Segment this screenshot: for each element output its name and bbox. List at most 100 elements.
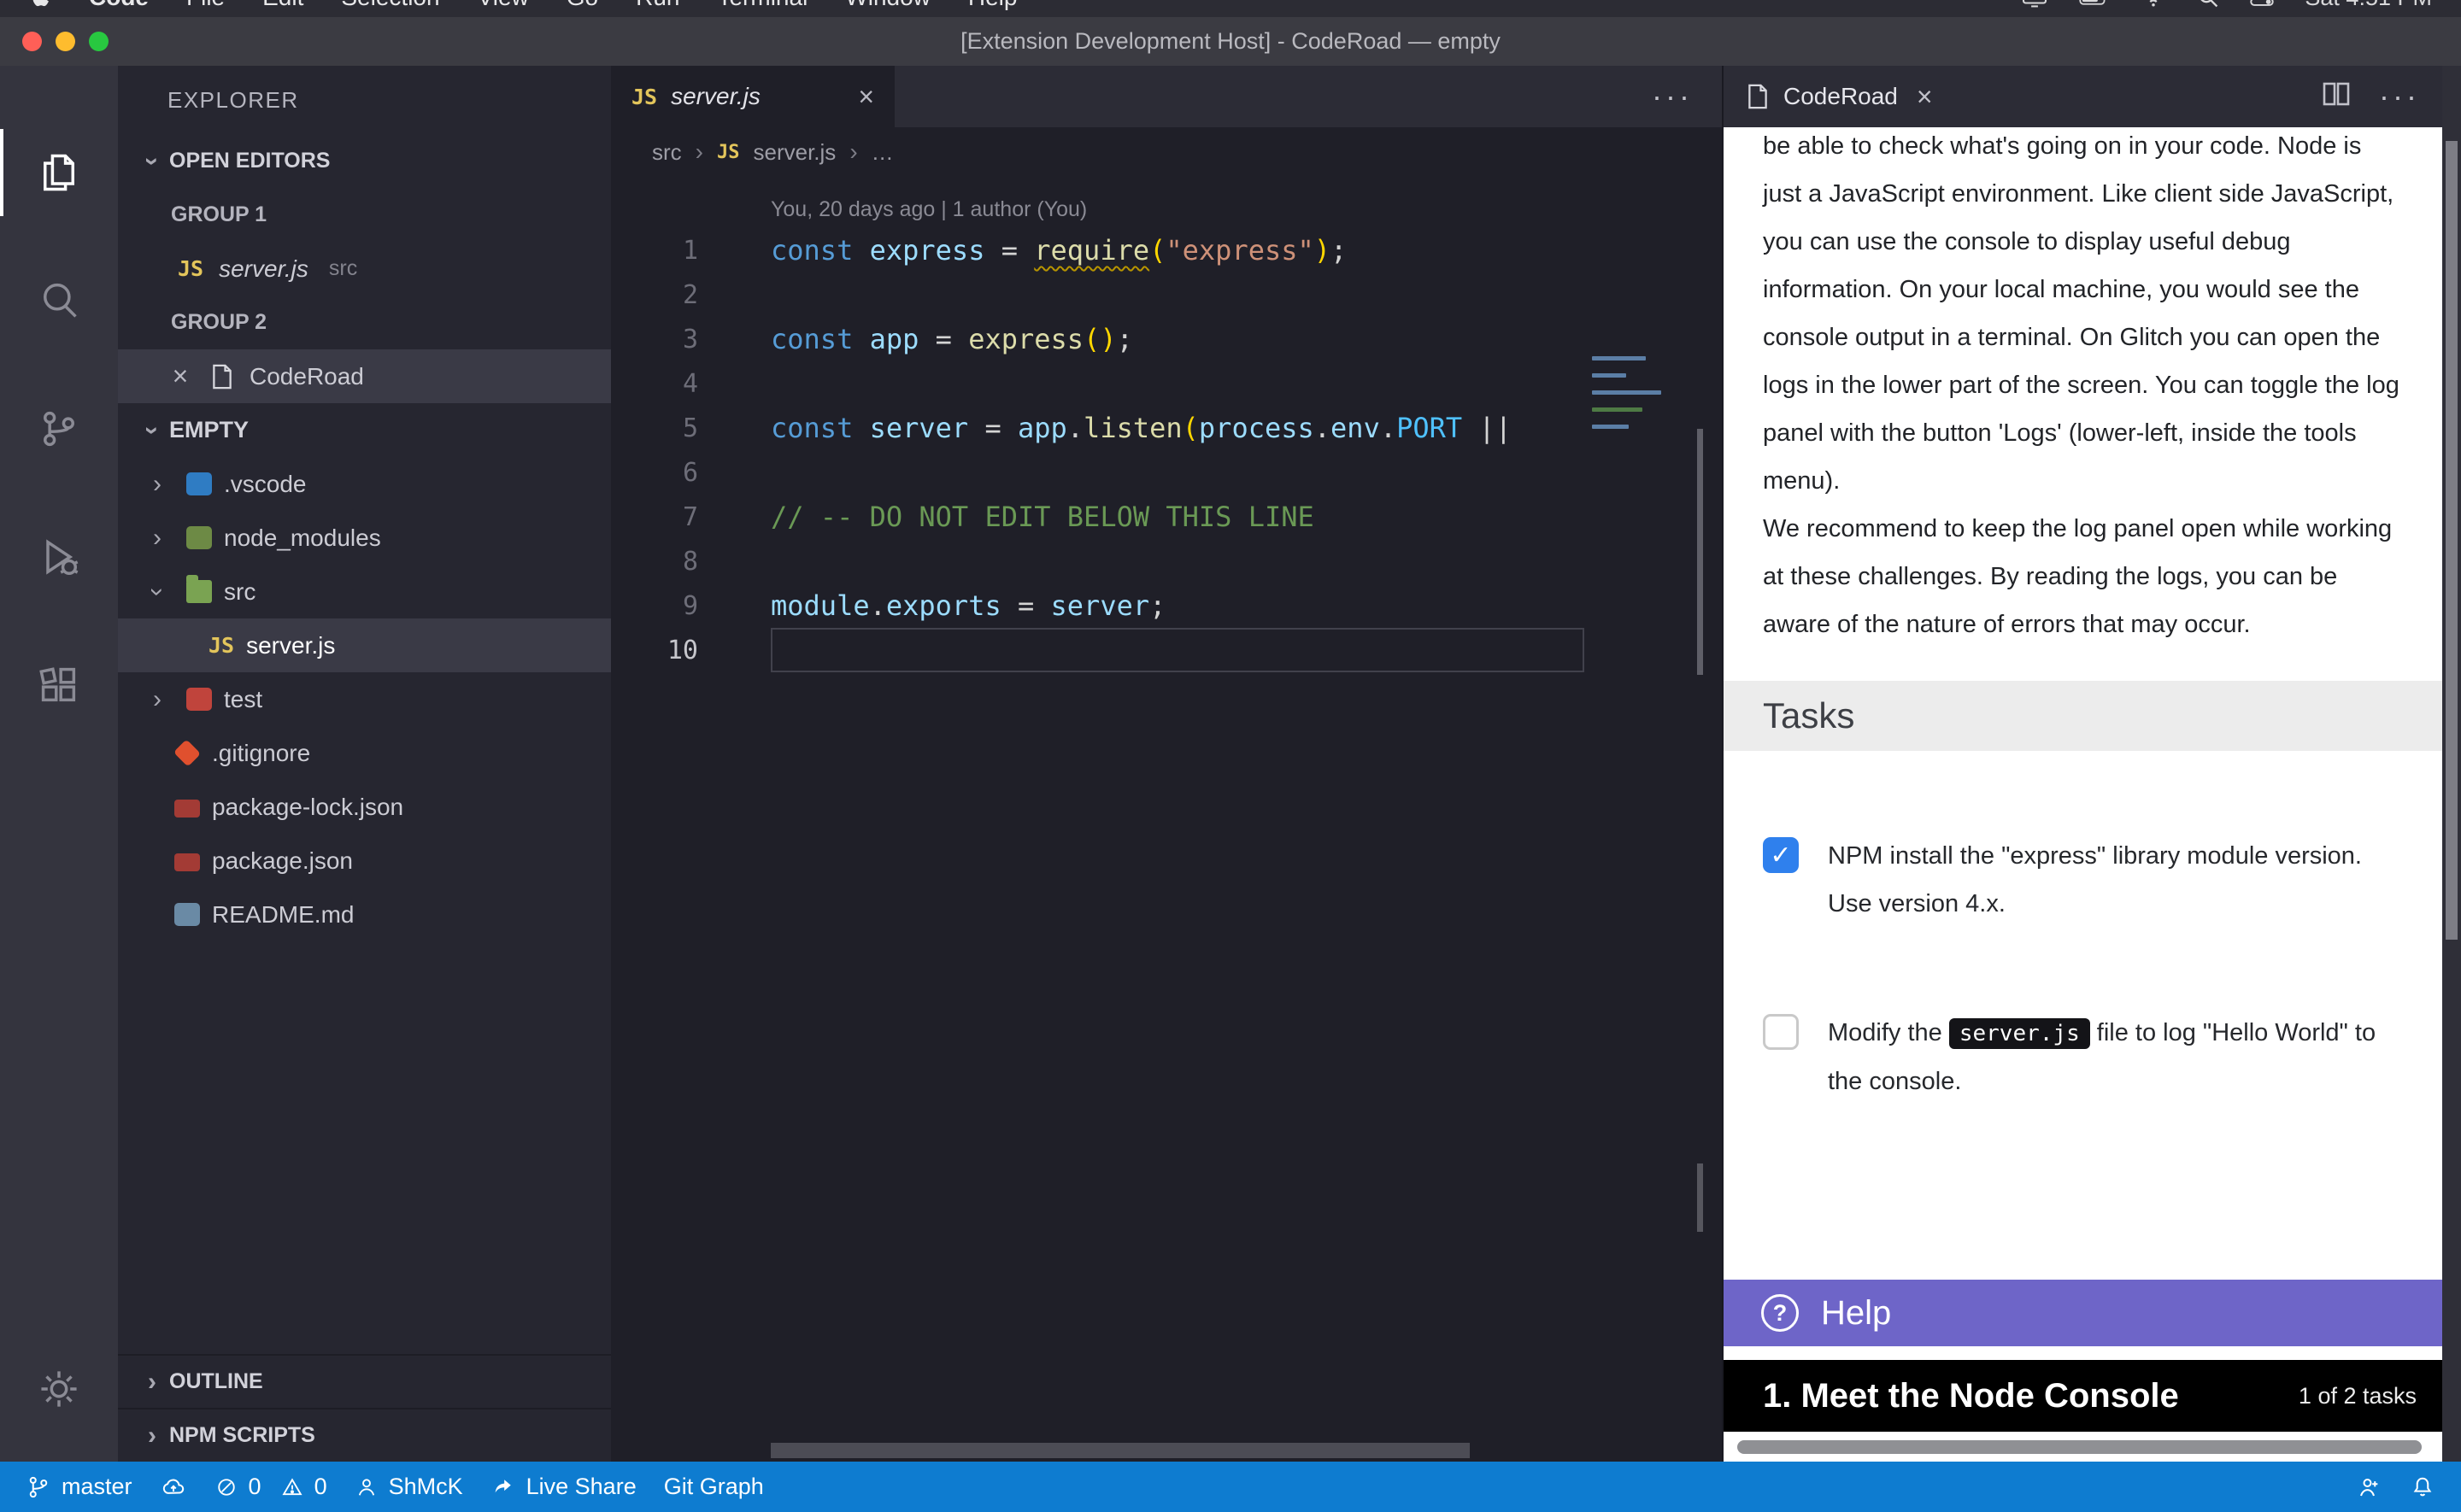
menubar-item-run[interactable]: Run: [636, 0, 679, 11]
tree-item-vscode[interactable]: › .vscode: [118, 457, 611, 511]
help-button[interactable]: ? Help: [1724, 1280, 2442, 1346]
panel-more-actions-icon[interactable]: ···: [2379, 79, 2420, 114]
menubar-item-terminal[interactable]: Terminal: [717, 0, 808, 11]
editor-group-1-header[interactable]: GROUP 1: [118, 188, 611, 242]
tree-item-gitignore[interactable]: .gitignore: [118, 726, 611, 780]
vscode-folder-icon: [186, 472, 212, 495]
editor-more-actions-icon[interactable]: ···: [1652, 66, 1722, 127]
search-activity-icon[interactable]: [0, 237, 118, 365]
editor-vertical-scrollbar[interactable]: [1697, 429, 1703, 675]
editor-horizontal-scrollbar[interactable]: [771, 1443, 1470, 1458]
tree-item-src[interactable]: › src: [118, 565, 611, 618]
run-debug-activity-icon[interactable]: [0, 493, 118, 621]
line-number: 4: [611, 369, 698, 399]
extensions-activity-icon[interactable]: [0, 621, 118, 749]
close-window-button[interactable]: [22, 32, 42, 51]
code-line-3[interactable]: 3const app = express();: [611, 317, 1722, 361]
cloud-upload-icon: [160, 1474, 187, 1500]
apple-menu-icon[interactable]: [29, 0, 51, 10]
codelens-annotation[interactable]: You, 20 days ago | 1 author (You): [611, 190, 1722, 228]
task-checkbox-unchecked[interactable]: [1763, 1014, 1799, 1050]
notifications-bell-icon[interactable]: [2396, 1462, 2449, 1512]
open-editors-section-header[interactable]: › OPEN EDITORS: [118, 134, 611, 188]
js-file-icon: JS: [209, 633, 234, 658]
zoom-window-button[interactable]: [89, 32, 109, 51]
tree-item-serverjs[interactable]: JS server.js: [118, 618, 611, 672]
status-bar: master 0 0 ShMcK Live Share Git Graph: [0, 1462, 2461, 1512]
task-checkbox-checked[interactable]: ✓: [1763, 837, 1799, 873]
breadcrumb-folder[interactable]: src: [652, 139, 682, 166]
settings-gear-icon[interactable]: [0, 1325, 118, 1453]
display-icon[interactable]: [2021, 0, 2048, 9]
code-line-2[interactable]: 2: [611, 273, 1722, 317]
open-editor-label: CodeRoad: [250, 363, 364, 390]
tree-item-node-modules[interactable]: › node_modules: [118, 511, 611, 565]
account-item[interactable]: ShMcK: [341, 1462, 477, 1512]
git-branch-item[interactable]: master: [12, 1462, 146, 1512]
open-editor-serverjs[interactable]: JS server.js src: [118, 242, 611, 296]
menubar-item-code[interactable]: Code: [89, 0, 149, 11]
breadcrumb-file[interactable]: server.js: [754, 139, 837, 166]
live-share-item[interactable]: Live Share: [477, 1462, 650, 1512]
editor-tab-bar: JS server.js × ···: [611, 66, 1722, 127]
code-line-9[interactable]: 9module.exports = server;: [611, 583, 1722, 628]
menubar-item-file[interactable]: File: [186, 0, 225, 11]
menubar-item-edit[interactable]: Edit: [262, 0, 303, 11]
close-tab-icon[interactable]: ×: [858, 81, 874, 113]
git-graph-item[interactable]: Git Graph: [650, 1462, 778, 1512]
editor-group-2-header[interactable]: GROUP 2: [118, 296, 611, 349]
lesson-progress-bar[interactable]: 1. Meet the Node Console 1 of 2 tasks: [1724, 1360, 2442, 1432]
menubar-clock[interactable]: Sat 4:51 PM: [2305, 0, 2432, 11]
breadcrumb-more[interactable]: …: [872, 139, 894, 166]
publish-changes-item[interactable]: [146, 1462, 201, 1512]
battery-icon[interactable]: [2079, 0, 2110, 6]
close-panel-icon[interactable]: ×: [1917, 81, 1933, 113]
breadcrumb[interactable]: src › JS server.js › …: [611, 127, 1722, 177]
source-control-activity-icon[interactable]: [0, 365, 118, 493]
menubar-item-help[interactable]: Help: [968, 0, 1018, 11]
open-editor-coderoad[interactable]: × CodeRoad: [118, 349, 611, 403]
chevron-right-icon: ›: [140, 524, 174, 553]
warning-icon: [280, 1475, 304, 1499]
tree-item-readme[interactable]: README.md: [118, 888, 611, 941]
wifi-icon[interactable]: [2141, 0, 2166, 8]
menubar-item-view[interactable]: View: [478, 0, 529, 11]
search-icon[interactable]: [2197, 0, 2219, 9]
panel-scrollbar-thumb[interactable]: [2446, 141, 2458, 940]
open-editors-label: OPEN EDITORS: [169, 149, 330, 173]
code-line-7[interactable]: 7// -- DO NOT EDIT BELOW THIS LINE: [611, 495, 1722, 539]
code-line-4[interactable]: 4: [611, 361, 1722, 406]
live-share-contacts-icon[interactable]: [2343, 1462, 2396, 1512]
error-count: 0: [249, 1474, 261, 1500]
code-line-8[interactable]: 8: [611, 539, 1722, 583]
line-number: 1: [611, 236, 698, 266]
workspace-section-header[interactable]: › EMPTY: [118, 403, 611, 457]
code-line-1[interactable]: 1const express = require("express");: [611, 228, 1722, 273]
control-center-icon[interactable]: [2250, 0, 2274, 8]
split-editor-icon[interactable]: [2323, 81, 2350, 113]
code-line-6[interactable]: 6: [611, 450, 1722, 495]
code-line-10[interactable]: 10: [611, 628, 1722, 672]
explorer-activity-icon[interactable]: [0, 108, 118, 237]
outline-section-header[interactable]: › OUTLINE: [118, 1354, 611, 1408]
npm-scripts-section-header[interactable]: › NPM SCRIPTS: [118, 1408, 611, 1462]
tree-item-test[interactable]: › test: [118, 672, 611, 726]
problems-item[interactable]: 0 0: [201, 1462, 341, 1512]
tab-serverjs[interactable]: JS server.js ×: [611, 66, 895, 127]
tree-item-package-json[interactable]: package.json: [118, 834, 611, 888]
minimap[interactable]: [1592, 356, 1665, 437]
line-number: 6: [611, 458, 698, 488]
open-editor-path-detail: src: [329, 256, 357, 281]
panel-tab-label[interactable]: CodeRoad: [1783, 83, 1898, 110]
editor-group: JS server.js × ··· src › JS server.js › …: [611, 66, 1722, 1462]
close-icon[interactable]: ×: [166, 360, 195, 392]
menubar-item-selection[interactable]: Selection: [341, 0, 439, 11]
task-text: Modify the server.js file to log "Hello …: [1828, 1009, 2399, 1105]
js-file-icon: JS: [717, 142, 740, 163]
code-line-5[interactable]: 5const server = app.listen(process.env.P…: [611, 406, 1722, 450]
minimize-window-button[interactable]: [56, 32, 75, 51]
menubar-item-window[interactable]: Window: [845, 0, 931, 11]
menubar-item-go[interactable]: Go: [567, 0, 598, 11]
webview-horizontal-scrollbar[interactable]: [1737, 1440, 2422, 1454]
tree-item-package-lock[interactable]: package-lock.json: [118, 780, 611, 834]
